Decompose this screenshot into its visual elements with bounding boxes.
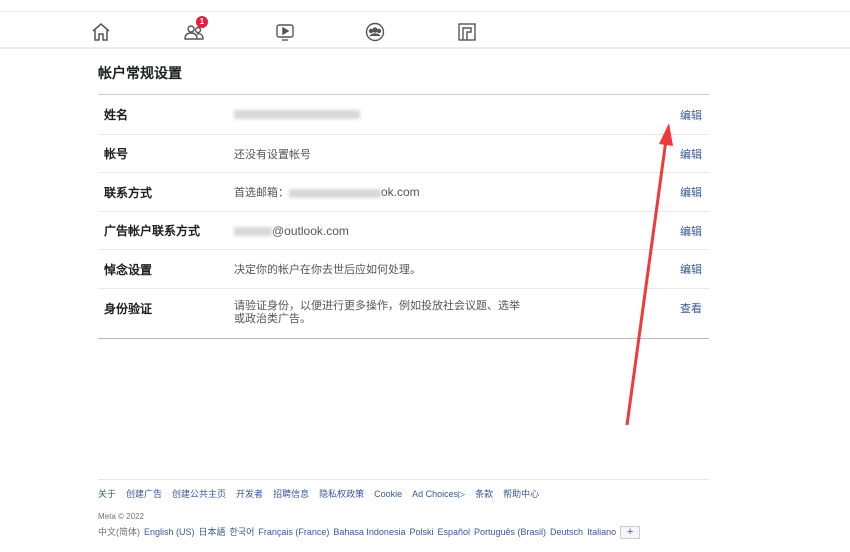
red-annotation-arrow xyxy=(625,123,673,426)
